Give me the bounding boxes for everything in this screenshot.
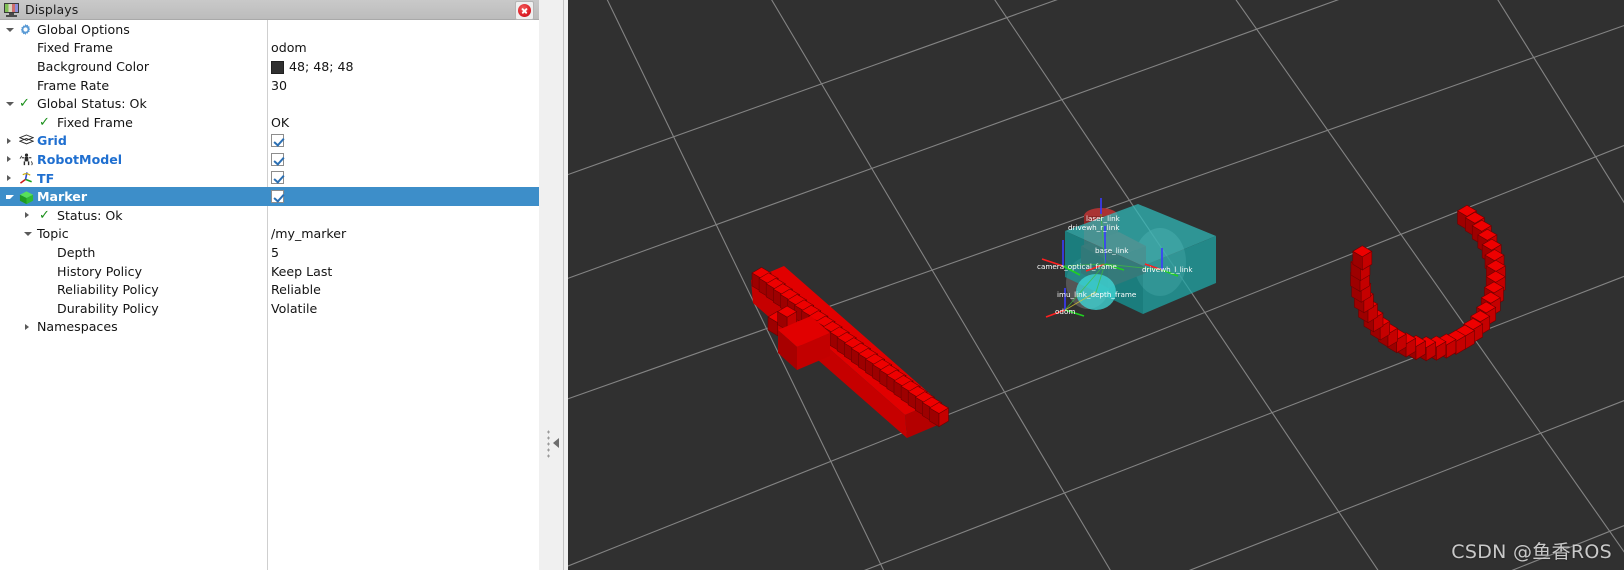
tree-row[interactable]: TF <box>0 169 539 188</box>
tree-row[interactable]: Namespaces <box>0 318 539 337</box>
displays-tree[interactable]: Global Options Fixed Frame odom Background … <box>0 20 539 570</box>
tf-label: camera_optical_frame <box>1037 262 1117 271</box>
close-icon <box>518 4 531 17</box>
tree-row-value: Keep Last <box>271 263 333 279</box>
display-enabled-checkbox[interactable] <box>271 189 284 203</box>
robot-model-icon <box>19 153 34 167</box>
expander-collapsed-icon[interactable] <box>25 323 29 330</box>
check-icon: ✓ <box>39 114 50 130</box>
tree-row-label: Namespaces <box>37 319 118 335</box>
tree-row[interactable]: Reliability Policy Reliable <box>0 280 539 299</box>
display-enabled-checkbox[interactable] <box>271 171 284 185</box>
tf-label: base_link <box>1095 246 1129 255</box>
splitter-handle[interactable] <box>547 424 561 464</box>
color-swatch[interactable] <box>271 61 284 75</box>
expander-collapsed-icon[interactable] <box>7 137 11 144</box>
grid-icon <box>18 134 35 146</box>
tree-row[interactable]: Depth 5 <box>0 243 539 262</box>
tree-row[interactable]: RobotModel <box>0 150 539 169</box>
tree-row[interactable]: History Policy Keep Last <box>0 262 539 281</box>
tree-row[interactable]: Fixed Frame odom <box>0 39 539 58</box>
tree-row-label: RobotModel <box>37 151 123 167</box>
tree-row-label: Status: Ok <box>57 207 123 223</box>
tf-label: odom <box>1055 307 1075 316</box>
tf-axes-icon <box>19 171 34 185</box>
tree-row-label: Global Options <box>37 21 130 37</box>
rviz-window: Displays Global Options Fixed Frame odom Ba… <box>0 0 1624 570</box>
tree-row-label: Depth <box>57 244 96 260</box>
expander-open-icon[interactable] <box>24 232 32 237</box>
tree-row[interactable]: Global Options <box>0 20 539 39</box>
watermark-text: CSDN @鱼香ROS <box>1451 541 1612 563</box>
tree-row-value: Volatile <box>271 300 318 316</box>
marker-cube-icon <box>19 190 34 205</box>
splitter-line <box>563 0 564 570</box>
expander-open-icon[interactable] <box>6 27 14 32</box>
monitor-icon <box>4 2 19 17</box>
collapse-left-arrow-icon[interactable] <box>553 438 559 448</box>
tree-row[interactable]: ✓ Fixed Frame OK <box>0 113 539 132</box>
tf-label: drivewh_r_link <box>1068 223 1120 232</box>
tree-row-value: 48; 48; 48 <box>289 58 354 74</box>
marker-cube-arc-right <box>1349 204 1506 362</box>
tree-row-value: 5 <box>271 244 280 260</box>
tree-row-value: Reliable <box>271 282 321 298</box>
check-icon: ✓ <box>39 207 50 223</box>
render-viewport-3d[interactable]: laser_link drivewh_r_link base_link came… <box>568 0 1624 570</box>
display-enabled-checkbox[interactable] <box>271 152 284 166</box>
tree-row-label: Topic <box>37 226 69 242</box>
tree-row-label: Reliability Policy <box>57 282 159 298</box>
tree-row[interactable]: ✓ Status: Ok <box>0 206 539 225</box>
tree-row[interactable]: Durability Policy Volatile <box>0 299 539 318</box>
tf-label: drivewh_l_link <box>1142 265 1193 274</box>
robot-model: laser_link drivewh_r_link base_link came… <box>1037 198 1216 318</box>
tree-row-label: Grid <box>37 133 67 149</box>
tree-row[interactable]: ✓ Global Status: Ok <box>0 94 539 113</box>
panel-title: Displays <box>25 2 79 17</box>
tree-row-label: History Policy <box>57 263 143 279</box>
tree-row[interactable]: Grid <box>0 132 539 151</box>
check-icon: ✓ <box>19 96 30 112</box>
tree-row-value: OK <box>271 114 290 130</box>
expander-open-icon[interactable] <box>6 102 14 107</box>
displays-panel: Displays Global Options Fixed Frame odom Ba… <box>0 0 539 570</box>
tf-label: imu_link_depth_frame <box>1057 290 1137 299</box>
tree-row[interactable]: Topic/my_marker <box>0 225 539 244</box>
tree-row[interactable]: Marker <box>0 187 539 206</box>
tree-row-value: /my_marker <box>271 226 347 242</box>
scene-svg: laser_link drivewh_r_link base_link came… <box>568 0 1624 570</box>
tree-row-label: Durability Policy <box>57 300 159 316</box>
close-button[interactable] <box>515 1 534 20</box>
tree-row-label: Fixed Frame <box>37 40 113 56</box>
gear-icon <box>19 23 32 36</box>
expander-collapsed-icon[interactable] <box>25 211 29 218</box>
tree-row[interactable]: Frame Rate 30 <box>0 76 539 95</box>
tree-row-value: 30 <box>271 77 288 93</box>
tree-row[interactable]: Background Color 48; 48; 48 <box>0 57 539 76</box>
expander-collapsed-icon[interactable] <box>7 156 11 163</box>
tree-row-label: Frame Rate <box>37 77 110 93</box>
tree-rows-container: Global Options Fixed Frame odom Background … <box>0 20 539 336</box>
tree-row-label: Marker <box>37 189 88 205</box>
tree-row-value: odom <box>271 40 307 56</box>
grip-dots-icon <box>547 429 550 459</box>
tree-row-label: TF <box>37 170 55 186</box>
tree-row-label: Global Status: Ok <box>37 96 147 112</box>
tree-row-label: Background Color <box>37 58 150 74</box>
tree-row-label: Fixed Frame <box>57 114 133 130</box>
display-enabled-checkbox[interactable] <box>271 133 284 147</box>
tf-label: laser_link <box>1086 214 1121 223</box>
expander-open-icon[interactable] <box>6 195 14 200</box>
expander-collapsed-icon[interactable] <box>7 174 11 181</box>
displays-titlebar: Displays <box>0 0 539 20</box>
panel-splitter[interactable] <box>539 0 568 570</box>
